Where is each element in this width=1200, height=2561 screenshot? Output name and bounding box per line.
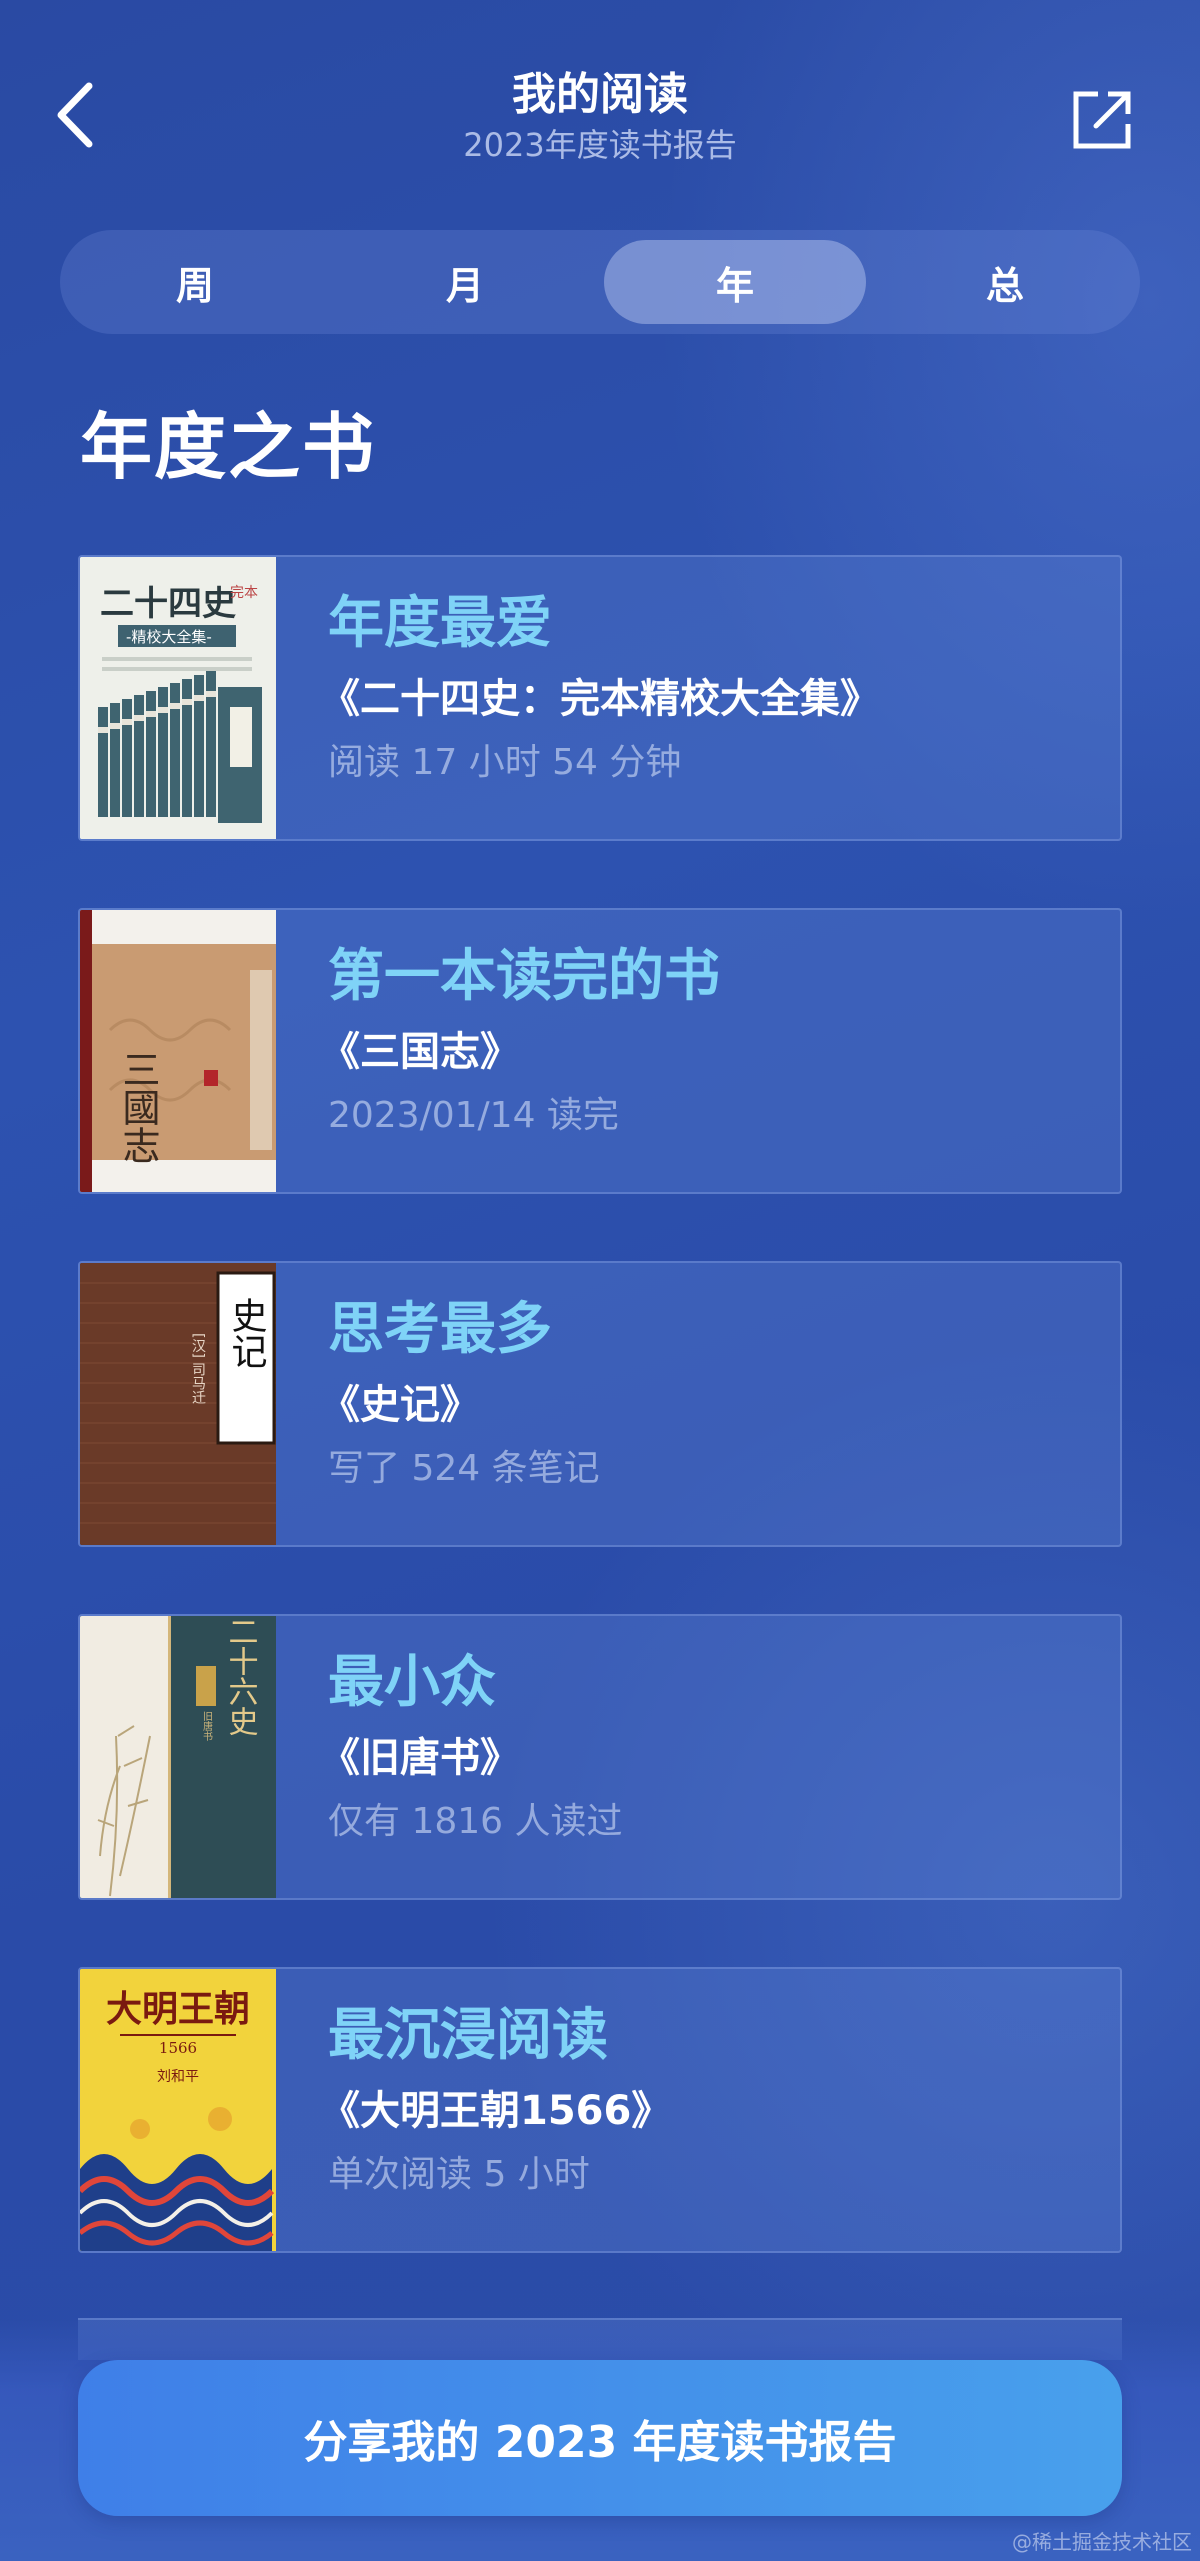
book-card-most-immersive[interactable]: 大明王朝 1566 刘和平 最沉浸阅读 《大明王朝1566》 单次阅读 5 小时 xyxy=(78,1967,1122,2253)
book-card-least-popular[interactable]: 二十六史 旧唐书 最小众 《旧唐书》 仅有 1816 人读过 xyxy=(78,1614,1122,1900)
book-card-most-notes[interactable]: 史记 [汉] 司马迁 思考最多 《史记》 写了 524 条笔记 xyxy=(78,1261,1122,1547)
period-tabs: 周 月 年 总 xyxy=(60,230,1140,334)
card-book-title: 《旧唐书》 xyxy=(320,1735,520,1781)
tab-month[interactable]: 月 xyxy=(334,240,596,324)
card-stat: 阅读 17 小时 54 分钟 xyxy=(328,742,682,783)
book-card-favorite[interactable]: 二十四史 完本 -精校大全集- 年度最爱 《二十四史：完本精校大全集》 阅读 1… xyxy=(78,555,1122,841)
card-label: 年度最爱 xyxy=(328,591,552,656)
card-stat: 2023/01/14 读完 xyxy=(328,1095,619,1136)
book-cover: 大明王朝 1566 刘和平 xyxy=(80,1969,276,2251)
cover-title: 二十四史 xyxy=(100,584,236,624)
cover-title: 三國志 xyxy=(116,1050,160,1164)
book-cover: 二十四史 完本 -精校大全集- xyxy=(80,557,276,839)
card-label: 第一本读完的书 xyxy=(328,944,720,1009)
book-cover: 二十六史 旧唐书 xyxy=(80,1616,276,1898)
card-book-title: 《史记》 xyxy=(320,1382,480,1428)
page-subtitle: 2023年度读书报告 xyxy=(463,126,737,164)
book-cover: 三國志 xyxy=(80,910,276,1192)
cover-title: 大明王朝 xyxy=(106,1988,250,2030)
section-title: 年度之书 xyxy=(80,405,377,489)
card-label: 最沉浸阅读 xyxy=(328,2003,608,2068)
card-label: 最小众 xyxy=(328,1650,496,1715)
card-label: 思考最多 xyxy=(328,1297,552,1362)
cover-title: 史记 xyxy=(226,1297,267,1369)
card-book-title: 《大明王朝1566》 xyxy=(320,2088,672,2134)
book-cover: 史记 [汉] 司马迁 xyxy=(80,1263,276,1545)
card-book-title: 《二十四史：完本精校大全集》 xyxy=(320,676,880,722)
share-report-button[interactable]: 分享我的 2023 年度读书报告 xyxy=(78,2360,1122,2516)
cover-title: 二十六史 xyxy=(223,1616,258,1736)
watermark: @稀土掘金技术社区 xyxy=(1012,2530,1192,2554)
app-header: 我的阅读 2023年度读书报告 xyxy=(0,0,1200,200)
cover-subtitle: 1566 xyxy=(159,2039,197,2057)
cover-author: [汉] 司马迁 xyxy=(190,1333,206,1405)
card-book-title: 《三国志》 xyxy=(320,1029,520,1075)
share-button[interactable] xyxy=(1060,78,1144,162)
cover-subtitle: -精校大全集- xyxy=(126,628,212,646)
book-card-first-finished[interactable]: 三國志 第一本读完的书 《三国志》 2023/01/14 读完 xyxy=(78,908,1122,1194)
share-external-icon xyxy=(1073,91,1131,149)
tab-total[interactable]: 总 xyxy=(874,240,1136,324)
tab-week[interactable]: 周 xyxy=(64,240,326,324)
cover-tag: 旧唐书 xyxy=(201,1711,213,1742)
book-list: 二十四史 完本 -精校大全集- 年度最爱 《二十四史：完本精校大全集》 阅读 1… xyxy=(78,555,1122,2320)
card-stat: 仅有 1816 人读过 xyxy=(328,1801,623,1842)
cover-tag: 完本 xyxy=(230,585,258,601)
card-stat: 写了 524 条笔记 xyxy=(328,1448,600,1489)
tab-year[interactable]: 年 xyxy=(604,240,866,324)
cover-author: 刘和平 xyxy=(157,2069,199,2085)
page-title: 我的阅读 xyxy=(512,69,688,120)
card-stat: 单次阅读 5 小时 xyxy=(328,2154,590,2195)
